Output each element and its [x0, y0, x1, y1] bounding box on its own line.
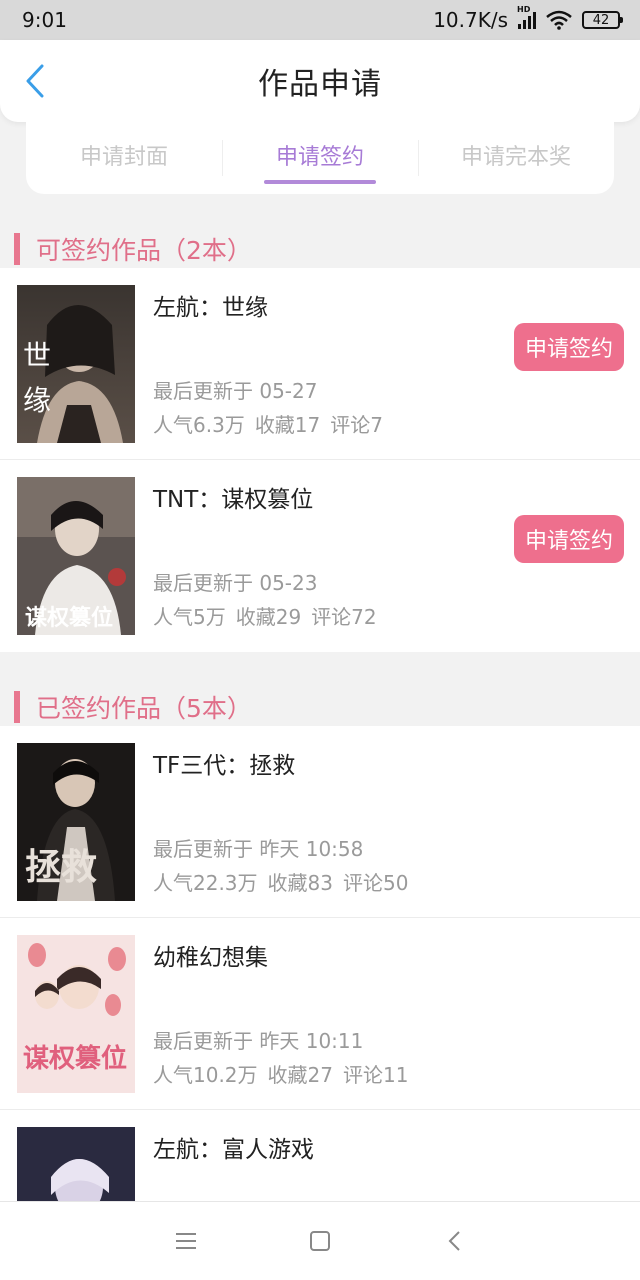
book-item[interactable]: 世 缘 左航：世缘 最后更新于 05-27 人气6.3万 收藏17 评论7 申请… [0, 268, 640, 460]
book-comments: 评论7 [330, 413, 383, 437]
book-update-time: 最后更新于 昨天 10:11 [153, 1029, 364, 1053]
book-cover: 拯救 [17, 743, 135, 901]
book-title: 左航：富人游戏 [153, 1137, 314, 1163]
book-title: 左航：世缘 [153, 295, 268, 321]
menu-icon [176, 1233, 196, 1249]
tab-apply-contract[interactable]: 申请签约 [222, 122, 418, 194]
apply-contract-button[interactable]: 申请签约 [514, 323, 624, 371]
tab-apply-completion-award[interactable]: 申请完本奖 [418, 122, 614, 194]
tab-label: 申请封面 [79, 145, 168, 170]
tab-apply-cover[interactable]: 申请封面 [26, 122, 222, 194]
book-comments: 评论50 [342, 871, 409, 895]
system-back-button[interactable] [441, 1228, 467, 1254]
book-popularity: 人气6.3万 [153, 413, 245, 437]
book-update-time: 最后更新于 昨天 10:58 [153, 837, 364, 861]
svg-text:谋权篡位: 谋权篡位 [25, 605, 113, 631]
svg-text:拯救: 拯救 [25, 846, 97, 888]
chevron-left-icon [448, 1231, 460, 1251]
battery-icon: 42 [582, 11, 623, 29]
signal-icon: HD [517, 5, 536, 29]
book-title: 幼稚幻想集 [153, 945, 268, 971]
book-popularity: 人气10.2万 [153, 1063, 258, 1087]
book-item[interactable]: 拯救 TF三代：拯救 最后更新于 昨天 10:58 人气22.3万 收藏83 评… [0, 726, 640, 918]
book-favorites: 收藏83 [267, 871, 333, 895]
tab-label: 申请完本奖 [460, 145, 571, 170]
menu-button[interactable] [173, 1228, 199, 1254]
page-title: 作品申请 [258, 67, 382, 102]
svg-text:谋权篡位: 谋权篡位 [23, 1043, 127, 1074]
network-speed: 10.7K/s [433, 8, 508, 32]
wifi-icon [546, 10, 572, 30]
book-comments: 评论72 [311, 605, 377, 629]
book-update-time: 最后更新于 05-23 [153, 571, 318, 595]
status-time: 9:01 [22, 8, 67, 32]
book-cover: 谋权篡位 [17, 935, 135, 1093]
book-stats: 人气6.3万 收藏17 评论7 [153, 409, 383, 438]
tab-bar: 申请封面 申请签约 申请完本奖 [26, 122, 614, 194]
book-update-time: 最后更新于 05-27 [153, 379, 318, 403]
book-stats: 人气22.3万 收藏83 评论50 [153, 867, 408, 896]
chevron-left-icon [26, 64, 44, 98]
book-item[interactable]: 谋权篡位 TNT：谋权篡位 最后更新于 05-23 人气5万 收藏29 评论72… [0, 460, 640, 652]
page-header: 作品申请 [0, 40, 640, 122]
svg-text:缘: 缘 [23, 384, 51, 417]
section-marker [14, 233, 20, 265]
apply-contract-button[interactable]: 申请签约 [514, 515, 624, 563]
book-stats: 人气5万 收藏29 评论72 [153, 601, 377, 630]
section-marker [14, 691, 20, 723]
book-favorites: 收藏27 [267, 1063, 333, 1087]
book-item[interactable]: 谋权篡位 幼稚幻想集 最后更新于 昨天 10:11 人气10.2万 收藏27 评… [0, 918, 640, 1110]
battery-level: 42 [592, 12, 610, 28]
book-cover [17, 1127, 135, 1202]
status-bar: 9:01 10.7K/s HD 42 [0, 0, 640, 40]
section-title: 可签约作品（2本） [36, 236, 252, 265]
book-favorites: 收藏17 [254, 413, 321, 437]
tab-label: 申请签约 [275, 145, 364, 170]
book-cover: 谋权篡位 [17, 477, 135, 635]
book-stats: 人气10.2万 收藏27 评论11 [153, 1059, 408, 1088]
book-title: TF三代：拯救 [153, 753, 296, 779]
section-header-signable: 可签约作品（2本） [0, 228, 640, 270]
book-cover: 世 缘 [17, 285, 135, 443]
signable-book-list: 世 缘 左航：世缘 最后更新于 05-27 人气6.3万 收藏17 评论7 申请… [0, 268, 640, 652]
book-popularity: 人气5万 [153, 605, 226, 629]
section-header-signed: 已签约作品（5本） [0, 686, 640, 728]
book-title: TNT：谋权篡位 [153, 487, 314, 513]
book-favorites: 收藏29 [235, 605, 302, 629]
system-nav-bar [0, 1201, 640, 1280]
hd-tag: HD [517, 5, 531, 14]
svg-text:世: 世 [23, 339, 51, 372]
home-square-icon [310, 1231, 330, 1251]
home-button[interactable] [307, 1228, 333, 1254]
status-indicators: 10.7K/s HD 42 [433, 5, 623, 32]
book-popularity: 人气22.3万 [153, 871, 258, 895]
section-title: 已签约作品（5本） [36, 694, 252, 723]
active-tab-indicator [264, 180, 376, 184]
book-comments: 评论11 [342, 1063, 409, 1087]
back-button[interactable] [18, 64, 52, 98]
book-item[interactable]: 左航：富人游戏 [0, 1110, 640, 1202]
signed-book-list: 拯救 TF三代：拯救 最后更新于 昨天 10:58 人气22.3万 收藏83 评… [0, 726, 640, 1202]
